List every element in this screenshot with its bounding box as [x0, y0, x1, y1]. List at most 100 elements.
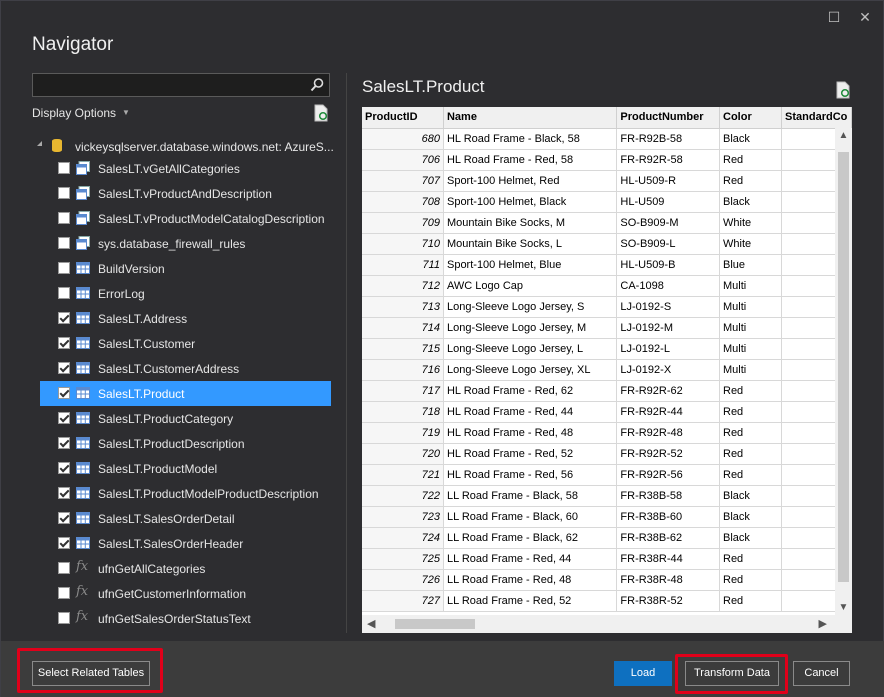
tree-item-checkbox[interactable] [58, 187, 70, 199]
scroll-up-icon[interactable]: ▲ [838, 130, 849, 141]
tree-item[interactable]: fx ufnGetAllCategories [40, 556, 330, 581]
collapse-arrow-icon[interactable] [37, 141, 42, 146]
transform-data-button[interactable]: Transform Data [685, 661, 779, 686]
tree-item[interactable]: SalesLT.ProductDescription [40, 431, 330, 456]
table-row[interactable]: 710 Mountain Bike Socks, L SO-B909-L White [362, 233, 852, 255]
table-row[interactable]: 712 AWC Logo Cap CA-1098 Multi [362, 275, 852, 297]
tree-item[interactable]: SalesLT.CustomerAddress [40, 356, 330, 381]
tree-item[interactable]: sys.database_firewall_rules [40, 231, 330, 256]
table-row[interactable]: 716 Long-Sleeve Logo Jersey, XL LJ-0192-X M… [362, 359, 852, 381]
server-node[interactable]: vickeysqlserver.database.windows.net: Az… [32, 134, 334, 158]
tree-item[interactable]: SalesLT.Product [40, 381, 331, 406]
tree-item-checkbox[interactable] [58, 562, 70, 574]
tree-item-label: ErrorLog [98, 287, 145, 301]
scroll-left-icon[interactable]: ◀ [367, 617, 375, 630]
tree-item[interactable]: ErrorLog [40, 281, 330, 306]
tree-item[interactable]: SalesLT.Address [40, 306, 330, 331]
table-row[interactable]: 713 Long-Sleeve Logo Jersey, S LJ-0192-S Mu… [362, 296, 852, 318]
tree-item-label: SalesLT.Address [98, 312, 188, 326]
table-row[interactable]: 706 HL Road Frame - Red, 58 FR-R92R-58 Red [362, 149, 852, 171]
tree-item[interactable]: fx ufnGetCustomerInformation [40, 581, 330, 606]
search-icon[interactable] [309, 77, 325, 93]
scroll-right-icon[interactable]: ▶ [819, 617, 827, 630]
tree-item[interactable]: SalesLT.SalesOrderHeader [40, 531, 330, 556]
search-input[interactable] [32, 73, 330, 97]
refresh-icon[interactable] [313, 104, 329, 122]
table-cell: LL Road Frame - Black, 62 [443, 527, 618, 549]
vertical-scroll-thumb[interactable] [838, 152, 849, 582]
table-row[interactable]: 723 LL Road Frame - Black, 60 FR-R38B-60 Bl… [362, 506, 852, 528]
tree-item-checkbox[interactable] [58, 312, 70, 324]
table-cell: Red [719, 443, 783, 465]
table-row[interactable]: 714 Long-Sleeve Logo Jersey, M LJ-0192-M Mu… [362, 317, 852, 339]
tree-item-checkbox[interactable] [58, 262, 70, 274]
tree-item[interactable]: SalesLT.ProductModel [40, 456, 330, 481]
tree-item-checkbox[interactable] [58, 162, 70, 174]
table-row[interactable]: 717 HL Road Frame - Red, 62 FR-R92R-62 Red [362, 380, 852, 402]
tree-item-checkbox[interactable] [58, 537, 70, 549]
tree-item[interactable]: SalesLT.Customer [40, 331, 330, 356]
tree-item-checkbox[interactable] [58, 462, 70, 474]
table-row[interactable]: 715 Long-Sleeve Logo Jersey, L LJ-0192-L Mu… [362, 338, 852, 360]
table-row[interactable]: 708 Sport-100 Helmet, Black HL-U509 Black [362, 191, 852, 213]
cancel-button[interactable]: Cancel [793, 661, 850, 686]
table-row[interactable]: 680 HL Road Frame - Black, 58 FR-R92B-58 Bl… [362, 128, 852, 150]
horizontal-scrollbar[interactable]: ◀ ▶ [362, 615, 852, 633]
table-row[interactable]: 707 Sport-100 Helmet, Red HL-U509-R Red [362, 170, 852, 192]
table-row[interactable]: 724 LL Road Frame - Black, 62 FR-R38B-62 Bl… [362, 527, 852, 549]
column-header[interactable]: Color [719, 107, 783, 129]
table-row[interactable]: 727 LL Road Frame - Red, 52 FR-R38R-52 Red [362, 590, 852, 612]
pane-divider [346, 73, 347, 633]
display-options-dropdown[interactable]: Display Options ▼ [32, 106, 130, 120]
tree-item-checkbox[interactable] [58, 287, 70, 299]
tree-item-checkbox[interactable] [58, 412, 70, 424]
tree-item[interactable]: SalesLT.SalesOrderDetail [40, 506, 330, 531]
preview-grid[interactable]: ProductID Name ProductNumber Color StandardC… [362, 107, 852, 633]
tree-item[interactable]: SalesLT.vGetAllCategories [40, 156, 330, 181]
tree-item[interactable]: SalesLT.ProductModelProductDescription [40, 481, 330, 506]
tree-item[interactable]: BuildVersion [40, 256, 330, 281]
column-header[interactable]: Name [443, 107, 618, 129]
load-button[interactable]: Load [614, 661, 672, 686]
table-row[interactable]: 719 HL Road Frame - Red, 48 FR-R92R-48 Red [362, 422, 852, 444]
column-header[interactable]: StandardCo [781, 107, 852, 129]
tree-item[interactable]: SalesLT.vProductAndDescription [40, 181, 330, 206]
select-related-tables-button[interactable]: Select Related Tables [32, 661, 150, 686]
column-header[interactable]: ProductID [362, 107, 444, 129]
table-row[interactable]: 711 Sport-100 Helmet, Blue HL-U509-B Blue [362, 254, 852, 276]
table-row[interactable]: 718 HL Road Frame - Red, 44 FR-R92R-44 Red [362, 401, 852, 423]
table-row[interactable]: 720 HL Road Frame - Red, 52 FR-R92R-52 Red [362, 443, 852, 465]
tree-item-checkbox[interactable] [58, 337, 70, 349]
tree-item-checkbox[interactable] [58, 512, 70, 524]
table-row[interactable]: 726 LL Road Frame - Red, 48 FR-R38R-48 Red [362, 569, 852, 591]
tree-item[interactable]: fx ufnGetSalesOrderStatusText [40, 606, 330, 631]
table-cell: LL Road Frame - Red, 52 [443, 590, 618, 612]
vertical-scrollbar[interactable]: ▲ ▼ [835, 128, 852, 615]
scroll-down-icon[interactable]: ▼ [838, 602, 849, 613]
table-cell: FR-R92R-56 [616, 464, 720, 486]
column-header[interactable]: ProductNumber [616, 107, 720, 129]
tree-item-checkbox[interactable] [58, 587, 70, 599]
table-cell: Multi [719, 338, 783, 360]
table-row[interactable]: 722 LL Road Frame - Black, 58 FR-R38B-58 Bl… [362, 485, 852, 507]
refresh-preview-icon[interactable] [835, 81, 851, 99]
tree-item-checkbox[interactable] [58, 437, 70, 449]
maximize-icon[interactable]: ☐ [825, 8, 843, 26]
horizontal-scroll-thumb[interactable] [395, 619, 475, 629]
table-cell: Long-Sleeve Logo Jersey, XL [443, 359, 618, 381]
tree-item-checkbox[interactable] [58, 487, 70, 499]
tree-item[interactable]: SalesLT.vProductModelCatalogDescription [40, 206, 330, 231]
tree-item-checkbox[interactable] [58, 387, 70, 399]
table-row[interactable]: 725 LL Road Frame - Red, 44 FR-R38R-44 Red [362, 548, 852, 570]
table-cell: HL Road Frame - Red, 56 [443, 464, 618, 486]
tree-item-checkbox[interactable] [58, 362, 70, 374]
close-icon[interactable]: ✕ [856, 8, 874, 26]
tree-item[interactable]: SalesLT.ProductCategory [40, 406, 330, 431]
table-cell: FR-R92B-58 [616, 128, 720, 150]
tree-item-checkbox[interactable] [58, 612, 70, 624]
table-cell: 714 [362, 317, 444, 339]
table-row[interactable]: 721 HL Road Frame - Red, 56 FR-R92R-56 Red [362, 464, 852, 486]
tree-item-checkbox[interactable] [58, 212, 70, 224]
tree-item-checkbox[interactable] [58, 237, 70, 249]
table-row[interactable]: 709 Mountain Bike Socks, M SO-B909-M White [362, 212, 852, 234]
